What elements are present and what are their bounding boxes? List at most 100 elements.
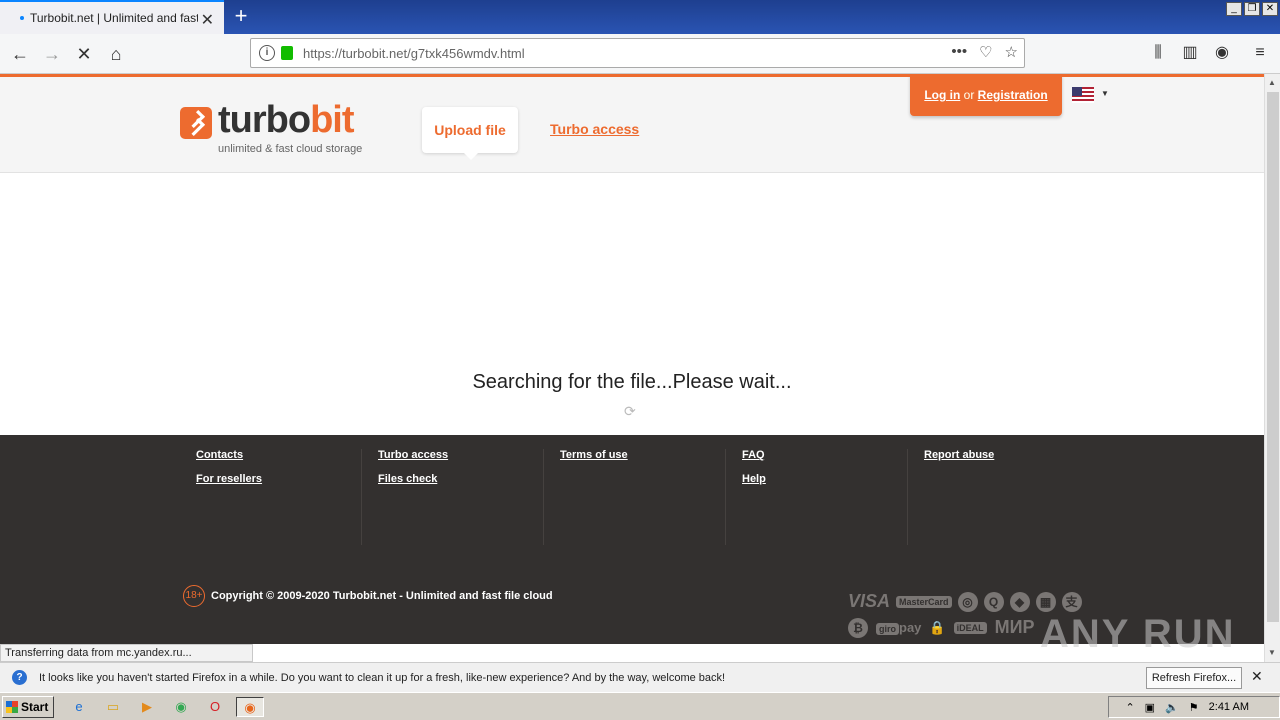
tab-title: Turbobit.net | Unlimited and fast fi	[30, 11, 198, 25]
jcb-icon: ▦	[1035, 591, 1056, 612]
pay-text: pay	[899, 620, 922, 635]
back-button[interactable]: ←	[6, 40, 34, 68]
new-tab-button[interactable]: +	[228, 2, 254, 30]
tab-close-icon[interactable]: ✕	[201, 10, 214, 30]
account-icon[interactable]: ◉	[1211, 42, 1233, 64]
login-link[interactable]: Log in	[924, 88, 960, 102]
footer-link-report-abuse[interactable]: Report abuse	[908, 449, 1090, 461]
alipay-icon: 支	[1061, 591, 1082, 612]
browser-tab[interactable]: Turbobit.net | Unlimited and fast fi ✕	[0, 0, 224, 34]
loading-dot-icon	[20, 16, 24, 20]
loading-spinner-icon: ⟳	[624, 403, 636, 419]
taskbar: Start e ▭ ▶ ◉ O ◉ ⌃ ▣ 🔈 ⚑ 2:41 AM	[0, 692, 1280, 720]
site-info-icon[interactable]: i	[259, 45, 275, 61]
sidebar-icon[interactable]: ▥	[1179, 42, 1201, 64]
ideal-logo: iDEAL	[953, 621, 987, 634]
scroll-up-icon[interactable]: ▲	[1268, 78, 1276, 87]
tray-arrow-icon[interactable]: ⌃	[1125, 701, 1134, 714]
bitcoin-icon: ₿	[848, 617, 868, 638]
flag-icon[interactable]: ⚑	[1189, 701, 1199, 714]
footer-column-4: FAQ Help	[726, 449, 908, 545]
login-box: Log in or Registration	[910, 77, 1062, 116]
logo-turbo: turbo	[218, 99, 311, 141]
explorer-icon[interactable]: ▭	[102, 697, 124, 717]
giro-text: giro	[876, 623, 899, 635]
ie-icon[interactable]: e	[68, 697, 90, 717]
giropay-logo: giro pay	[876, 620, 921, 635]
tab-strip: Turbobit.net | Unlimited and fast fi ✕ +…	[0, 0, 1280, 34]
footer-column-1: Contacts For resellers	[180, 449, 362, 545]
searching-message: Searching for the file...Please wait...	[472, 371, 792, 393]
turbo-access-link[interactable]: Turbo access	[550, 121, 639, 137]
payment-logos-row-2: ₿ giro pay 🔒 iDEAL МИР	[848, 617, 1035, 638]
mir-logo: МИР	[994, 617, 1035, 637]
payment-logos-row-1: VISA MasterCard ◎ Q ◆ ▦ 支	[848, 591, 1082, 612]
footer-link-turbo-access[interactable]: Turbo access	[362, 449, 543, 461]
window-controls: _ ❐ ✕	[1226, 2, 1278, 16]
library-icon[interactable]: ⫼	[1147, 42, 1169, 64]
opera-icon[interactable]: O	[204, 697, 226, 717]
menu-icon[interactable]: ≡	[1249, 42, 1271, 64]
logo-bit: bit	[310, 99, 354, 141]
navigation-bar: ← → ✕ ⌂ i https://turbobit.net/g7txk456w…	[0, 34, 1280, 74]
upload-file-button[interactable]: Upload file	[422, 107, 518, 160]
webmoney-icon: ◎	[957, 591, 978, 612]
chrome-icon[interactable]: ◉	[170, 697, 192, 717]
web-page: turbobit unlimited & fast cloud storage …	[0, 74, 1264, 644]
notification-close-icon[interactable]: ✕	[1251, 668, 1263, 685]
scroll-down-icon[interactable]: ▼	[1268, 648, 1276, 657]
footer-link-terms[interactable]: Terms of use	[544, 449, 725, 461]
url-host: https://turbobit.net	[303, 45, 408, 61]
lock-icon[interactable]	[281, 46, 293, 60]
url-path: /g7txk456wmdv.html	[407, 45, 525, 61]
turbobit-logo-icon	[180, 107, 212, 139]
volume-icon[interactable]: 🔈	[1165, 701, 1179, 714]
url-text: https://turbobit.net/g7txk456wmdv.html	[303, 46, 525, 61]
window-close-icon[interactable]: ✕	[1262, 2, 1278, 16]
start-button[interactable]: Start	[2, 696, 54, 718]
copyright: 18+ Copyright © 2009-2020 Turbobit.net -…	[183, 585, 553, 607]
scroll-thumb[interactable]	[1267, 92, 1279, 622]
footer-link-contacts[interactable]: Contacts	[180, 449, 361, 461]
visa-logo: VISA	[848, 591, 891, 611]
footer-link-for-resellers[interactable]: For resellers	[180, 473, 361, 485]
media-player-icon[interactable]: ▶	[136, 697, 158, 717]
wallet-icon: ◆	[1009, 591, 1030, 612]
network-icon[interactable]: ▣	[1145, 701, 1155, 714]
footer-link-help[interactable]: Help	[726, 473, 907, 485]
url-bar[interactable]: i https://turbobit.net/g7txk456wmdv.html…	[250, 38, 1025, 68]
site-header: turbobit unlimited & fast cloud storage …	[0, 77, 1264, 173]
home-button[interactable]: ⌂	[102, 40, 130, 68]
footer-column-5: Report abuse	[908, 449, 1090, 545]
padlock-icon: 🔒	[929, 619, 946, 635]
qiwi-icon: Q	[983, 591, 1004, 612]
status-bar: Transferring data from mc.yandex.ru...	[0, 644, 253, 662]
restore-icon[interactable]: ❐	[1244, 2, 1260, 16]
footer-link-files-check[interactable]: Files check	[362, 473, 543, 485]
stop-button[interactable]: ✕	[70, 40, 98, 68]
refresh-firefox-button[interactable]: Refresh Firefox...	[1146, 667, 1242, 689]
notification-bar: ? It looks like you haven't started Fire…	[0, 662, 1280, 692]
or-text: or	[963, 88, 975, 102]
logo-tagline: unlimited & fast cloud storage	[218, 143, 363, 155]
pocket-icon[interactable]: ♡	[979, 43, 992, 61]
clock: 2:41 AM	[1208, 701, 1249, 713]
firefox-taskbar-icon[interactable]: ◉	[236, 697, 264, 717]
registration-link[interactable]: Registration	[978, 88, 1048, 102]
info-icon: ?	[12, 670, 27, 685]
system-tray: ⌃ ▣ 🔈 ⚑ 2:41 AM	[1108, 696, 1280, 718]
footer-column-2: Turbo access Files check	[362, 449, 544, 545]
age-badge: 18+	[183, 585, 205, 607]
us-flag-icon[interactable]	[1072, 87, 1094, 103]
logo-wordmark: turbobit	[218, 99, 355, 142]
page-actions-icon[interactable]: •••	[951, 43, 967, 61]
footer-link-faq[interactable]: FAQ	[726, 449, 907, 461]
url-actions: ••• ♡ ☆	[951, 43, 1018, 61]
page-scrollbar[interactable]: ▲ ▼	[1264, 74, 1280, 662]
footer-column-3: Terms of use	[544, 449, 726, 545]
forward-button[interactable]: →	[38, 40, 66, 68]
bookmark-star-icon[interactable]: ☆	[1005, 43, 1018, 61]
language-caret-icon[interactable]: ▼	[1101, 89, 1109, 98]
minimize-icon[interactable]: _	[1226, 2, 1242, 16]
notification-message: It looks like you haven't started Firefo…	[39, 671, 726, 684]
